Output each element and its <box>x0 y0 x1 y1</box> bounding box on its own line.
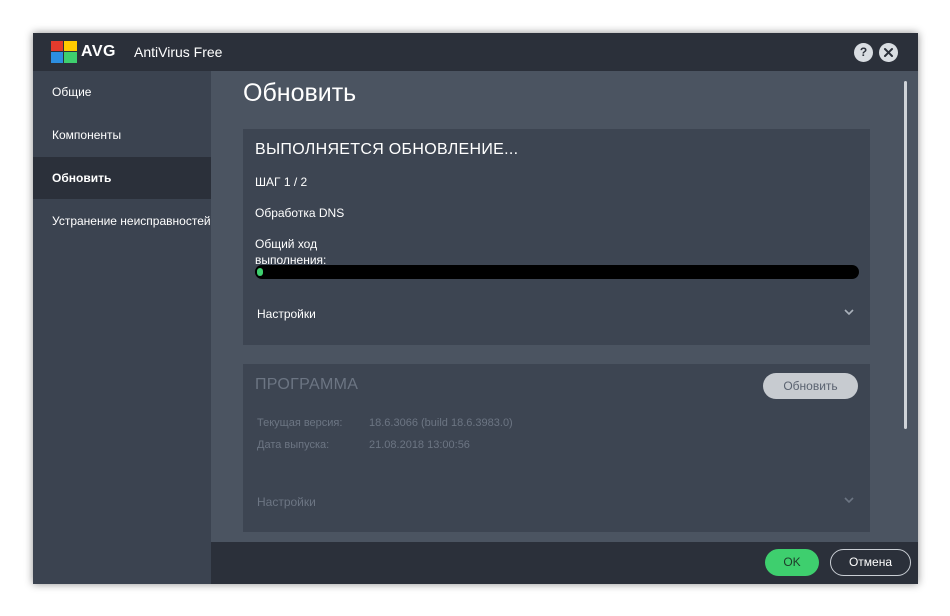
version-value: 18.6.3066 (build 18.6.3983.0) <box>369 417 513 429</box>
logo-text: AVG <box>81 43 116 60</box>
sidebar: Общие Компоненты Обновить Устранение неи… <box>33 71 211 584</box>
app-name: AntiVirus Free <box>134 44 223 60</box>
sidebar-item-update[interactable]: Обновить <box>33 157 211 199</box>
progress-label: Общий ход выполнения: <box>255 237 327 267</box>
vertical-scrollbar[interactable] <box>904 81 907 429</box>
close-button[interactable] <box>879 43 898 62</box>
program-update-button[interactable]: Обновить <box>763 373 858 399</box>
close-icon <box>884 48 893 57</box>
settings-label: Настройки <box>257 495 316 509</box>
program-panel: ПРОГРАММА Обновить Текущая версия: 18.6.… <box>243 364 870 532</box>
update-settings-expander[interactable]: Настройки <box>243 299 870 329</box>
footer-bar: OK Отмена <box>211 542 918 584</box>
release-date-label: Дата выпуска: <box>257 439 330 451</box>
chevron-down-icon <box>844 497 854 504</box>
sidebar-item-label: Устранение неисправностей <box>52 214 211 228</box>
update-progress-panel: ВЫПОЛНЯЕТСЯ ОБНОВЛЕНИЕ... ШАГ 1 / 2 Обра… <box>243 129 870 345</box>
sidebar-item-components[interactable]: Компоненты <box>33 114 211 156</box>
sidebar-item-label: Компоненты <box>52 128 122 142</box>
title-bar: AVG AntiVirus Free ? <box>33 33 918 71</box>
program-settings-expander[interactable]: Настройки <box>243 487 870 517</box>
cancel-button[interactable]: Отмена <box>830 549 911 576</box>
sidebar-item-troubleshooting[interactable]: Устранение неисправностей <box>33 200 211 242</box>
app-window: AVG AntiVirus Free ? Общие Компоненты Об… <box>33 33 918 584</box>
chevron-down-icon <box>844 309 854 316</box>
avg-logo <box>51 41 77 63</box>
program-heading: ПРОГРАММА <box>255 376 359 393</box>
sidebar-item-general[interactable]: Общие <box>33 71 211 113</box>
sidebar-item-label: Общие <box>52 85 92 99</box>
update-heading: ВЫПОЛНЯЕТСЯ ОБНОВЛЕНИЕ... <box>255 141 519 158</box>
main-content: Обновить ВЫПОЛНЯЕТСЯ ОБНОВЛЕНИЕ... ШАГ 1… <box>211 71 918 542</box>
help-button[interactable]: ? <box>854 43 873 62</box>
help-icon: ? <box>859 45 868 59</box>
progress-fill <box>257 268 263 276</box>
page-title: Обновить <box>243 79 357 107</box>
update-task: Обработка DNS <box>255 206 345 220</box>
update-step: ШАГ 1 / 2 <box>255 175 308 189</box>
sidebar-item-label: Обновить <box>52 171 112 185</box>
overall-progress-bar <box>255 265 859 279</box>
settings-label: Настройки <box>257 307 316 321</box>
version-label: Текущая версия: <box>257 417 343 429</box>
release-date-value: 21.08.2018 13:00:56 <box>369 439 470 451</box>
ok-button[interactable]: OK <box>765 549 819 576</box>
